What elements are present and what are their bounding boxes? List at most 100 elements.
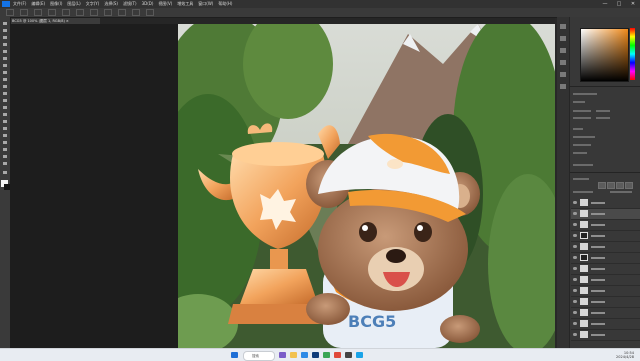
layer-row[interactable] xyxy=(571,220,640,231)
eyedropper-tool-icon[interactable] xyxy=(2,63,8,68)
menu-3d[interactable]: 3D(D) xyxy=(142,0,154,8)
blend-mode-select[interactable] xyxy=(573,191,593,193)
home-icon[interactable] xyxy=(6,9,14,16)
gradient-tool-icon[interactable] xyxy=(2,105,8,110)
layer-row[interactable] xyxy=(571,264,640,275)
3d-mode-icon[interactable] xyxy=(146,9,154,16)
eye-icon[interactable] xyxy=(573,223,577,226)
eye-icon[interactable] xyxy=(573,289,577,292)
healing-brush-tool-icon[interactable] xyxy=(2,70,8,75)
menu-layer[interactable]: 图层(L) xyxy=(67,0,80,8)
brush-settings-icon[interactable] xyxy=(560,36,566,41)
option-toggle-icon[interactable] xyxy=(34,9,42,16)
info-panel-icon[interactable] xyxy=(560,84,566,89)
layer-row[interactable] xyxy=(571,330,640,341)
minimize-button[interactable]: — xyxy=(598,0,612,8)
start-icon[interactable] xyxy=(231,352,238,358)
magic-wand-tool-icon[interactable] xyxy=(2,42,8,47)
menu-window[interactable]: 窗口(W) xyxy=(198,0,213,8)
eye-icon[interactable] xyxy=(573,322,577,325)
document-artwork[interactable]: BCG5 xyxy=(178,24,555,348)
menu-edit[interactable]: 编辑(E) xyxy=(31,0,45,8)
edit-toolbar-icon[interactable] xyxy=(2,170,8,175)
browser-icon[interactable] xyxy=(301,352,308,358)
eye-icon[interactable] xyxy=(573,333,577,336)
app-icon[interactable] xyxy=(345,352,352,358)
eye-icon[interactable] xyxy=(573,234,577,237)
hand-tool-icon[interactable] xyxy=(2,154,8,159)
align-icon[interactable] xyxy=(90,9,98,16)
maximize-button[interactable]: □ xyxy=(612,0,626,8)
option-toggle-icon[interactable] xyxy=(48,9,56,16)
menu-filter[interactable]: 滤镜(T) xyxy=(123,0,137,8)
distribute-icon[interactable] xyxy=(132,9,140,16)
menu-image[interactable]: 图像(I) xyxy=(50,0,62,8)
menu-select[interactable]: 选择(S) xyxy=(104,0,118,8)
layer-filter-icon[interactable] xyxy=(598,182,606,189)
clone-stamp-tool-icon[interactable] xyxy=(2,84,8,89)
paths-panel-icon[interactable] xyxy=(560,72,566,77)
frame-tool-icon[interactable] xyxy=(2,56,8,61)
align-icon[interactable] xyxy=(76,9,84,16)
eye-icon[interactable] xyxy=(573,267,577,270)
eye-icon[interactable] xyxy=(573,300,577,303)
blur-tool-icon[interactable] xyxy=(2,112,8,117)
marquee-tool-icon[interactable] xyxy=(2,28,8,33)
eye-icon[interactable] xyxy=(573,201,577,204)
layer-row[interactable] xyxy=(571,198,640,209)
task-view-icon[interactable] xyxy=(279,352,286,358)
menu-file[interactable]: 文件(F) xyxy=(13,0,26,8)
layer-row[interactable] xyxy=(571,275,640,286)
eye-icon[interactable] xyxy=(573,256,577,259)
eye-icon[interactable] xyxy=(573,278,577,281)
layer-row[interactable] xyxy=(571,231,640,242)
file-explorer-icon[interactable] xyxy=(290,352,297,358)
layer-row[interactable] xyxy=(571,297,640,308)
layer-row[interactable] xyxy=(571,319,640,330)
history-brush-tool-icon[interactable] xyxy=(2,91,8,96)
brush-tool-icon[interactable] xyxy=(2,77,8,82)
panel-tab-label[interactable] xyxy=(573,93,597,95)
menu-view[interactable]: 视图(V) xyxy=(158,0,172,8)
photoshop-icon[interactable] xyxy=(312,352,319,358)
tool-preset-icon[interactable] xyxy=(20,9,28,16)
layer-row[interactable] xyxy=(571,286,640,297)
layer-row[interactable] xyxy=(571,253,640,264)
eye-icon[interactable] xyxy=(573,311,577,314)
app-logo-icon[interactable] xyxy=(2,1,10,7)
layer-row[interactable] xyxy=(571,308,640,319)
eye-icon[interactable] xyxy=(573,212,577,215)
layers-panel-tab[interactable] xyxy=(573,178,589,180)
opacity-field[interactable] xyxy=(610,191,632,193)
menu-type[interactable]: 文字(Y) xyxy=(86,0,100,8)
hue-slider[interactable] xyxy=(630,28,635,80)
eraser-tool-icon[interactable] xyxy=(2,98,8,103)
close-button[interactable]: ✕ xyxy=(626,0,640,8)
layer-row[interactable] xyxy=(571,242,640,253)
menu-plugins[interactable]: 增效工具 xyxy=(177,0,193,8)
move-tool-icon[interactable] xyxy=(2,21,8,26)
align-icon[interactable] xyxy=(62,9,70,16)
lasso-tool-icon[interactable] xyxy=(2,35,8,40)
app-icon[interactable] xyxy=(356,352,363,358)
distribute-icon[interactable] xyxy=(118,9,126,16)
color-picker-field[interactable] xyxy=(580,28,629,82)
zoom-tool-icon[interactable] xyxy=(2,161,8,166)
adjustments-panel-icon[interactable] xyxy=(560,60,566,65)
type-tool-icon[interactable] xyxy=(2,133,8,138)
history-panel-icon[interactable] xyxy=(560,24,566,29)
layer-filter-icon[interactable] xyxy=(607,182,615,189)
path-selection-tool-icon[interactable] xyxy=(2,140,8,145)
pen-tool-icon[interactable] xyxy=(2,126,8,131)
layer-row[interactable] xyxy=(571,209,640,220)
layer-filter-icon[interactable] xyxy=(625,182,633,189)
swatches-panel-icon[interactable] xyxy=(560,48,566,53)
app-icon[interactable] xyxy=(334,352,341,358)
wechat-icon[interactable] xyxy=(323,352,330,358)
align-icon[interactable] xyxy=(104,9,112,16)
layer-filter-icon[interactable] xyxy=(616,182,624,189)
menu-help[interactable]: 帮助(H) xyxy=(218,0,232,8)
rectangle-tool-icon[interactable] xyxy=(2,147,8,152)
eye-icon[interactable] xyxy=(573,245,577,248)
dodge-tool-icon[interactable] xyxy=(2,119,8,124)
